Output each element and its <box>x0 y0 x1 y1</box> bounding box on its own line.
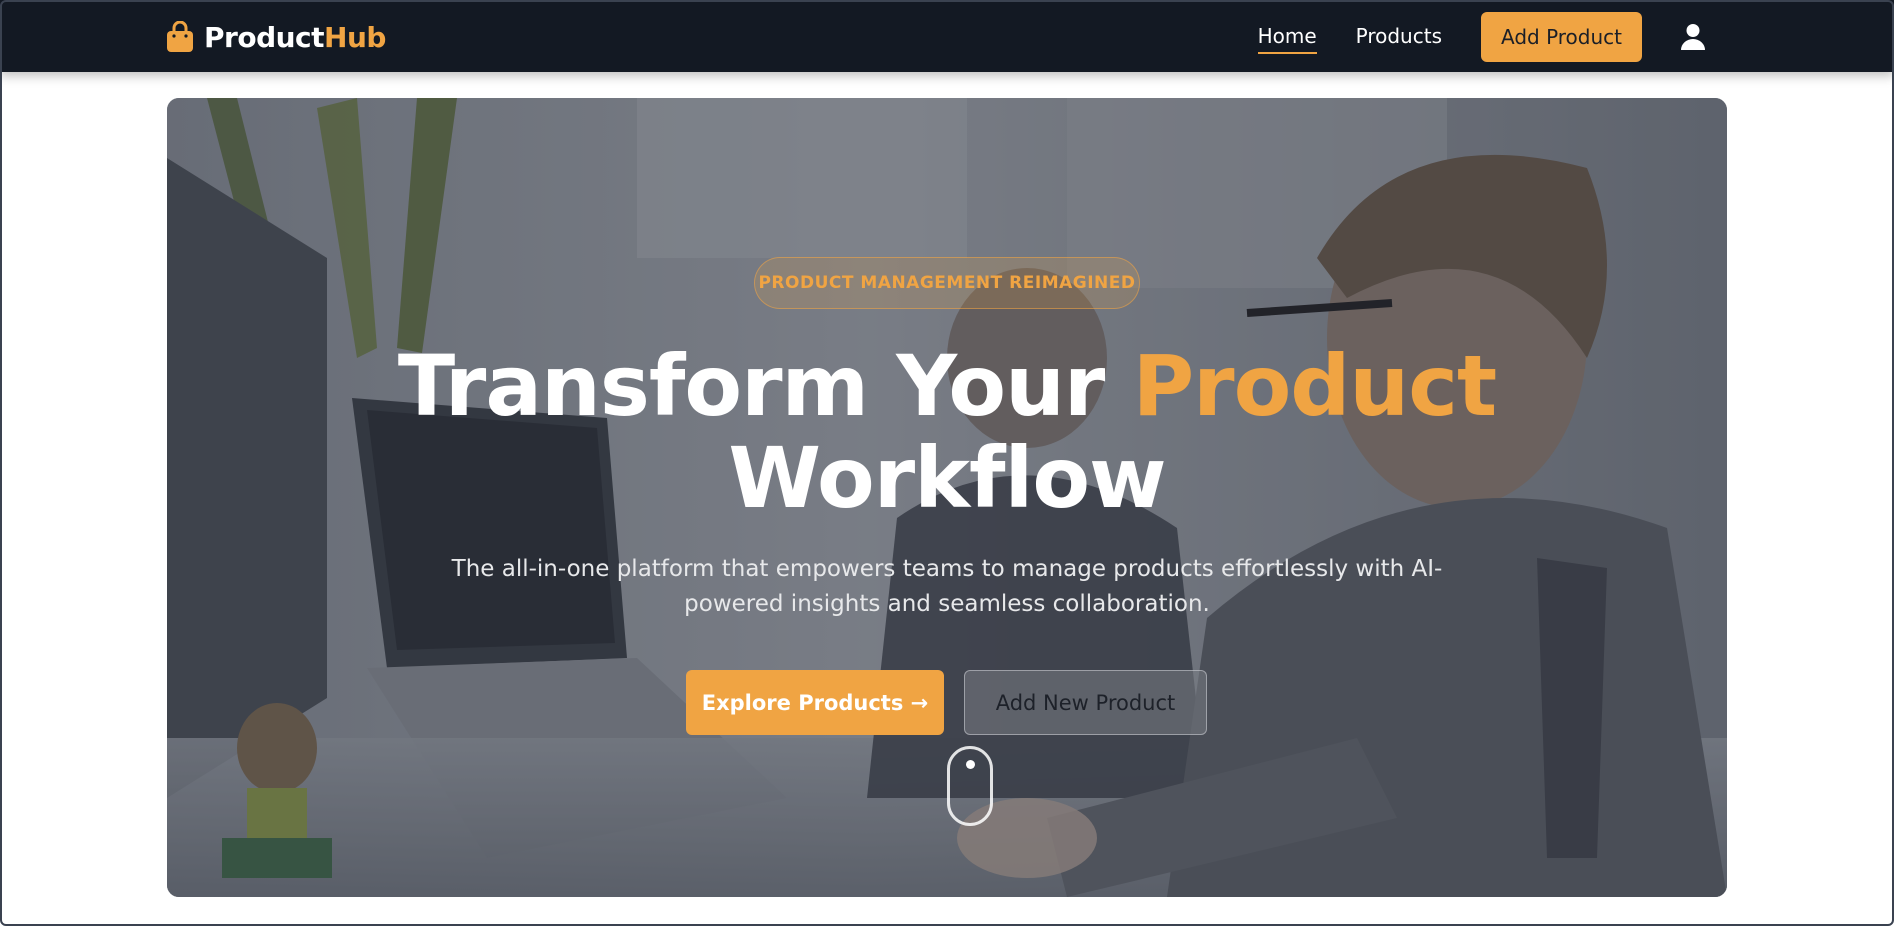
nav-link-home[interactable]: Home <box>1257 24 1317 54</box>
nav-link-products[interactable]: Products <box>1356 24 1442 51</box>
user-icon[interactable] <box>1680 23 1706 51</box>
add-new-product-button[interactable]: Add New Product <box>964 670 1207 735</box>
headline-accent: Product <box>1132 337 1498 435</box>
top-navbar: ProductHub Home Products Add Product <box>0 0 1894 72</box>
shopping-bag-icon <box>167 21 193 52</box>
add-product-button[interactable]: Add Product <box>1480 12 1642 62</box>
headline-part2: Workflow <box>728 429 1166 527</box>
scroll-dot <box>966 760 975 769</box>
hero-headline: Transform Your Product Workflow <box>167 340 1727 524</box>
explore-products-button[interactable]: Explore Products → <box>686 670 944 735</box>
brand-name: ProductHub <box>204 20 386 54</box>
hero-section: PRODUCT MANAGEMENT REIMAGINED Transform … <box>167 98 1727 897</box>
hero-content: PRODUCT MANAGEMENT REIMAGINED Transform … <box>167 98 1727 897</box>
nav-links: Home Products Add Product <box>1257 12 1706 62</box>
hero-badge: PRODUCT MANAGEMENT REIMAGINED <box>754 257 1140 309</box>
headline-part1: Transform Your <box>397 337 1133 435</box>
brand-logo[interactable]: ProductHub <box>166 18 386 56</box>
hero-subtitle: The all-in-one platform that empowers te… <box>451 556 1443 617</box>
mouse-scroll-icon[interactable] <box>947 746 993 826</box>
